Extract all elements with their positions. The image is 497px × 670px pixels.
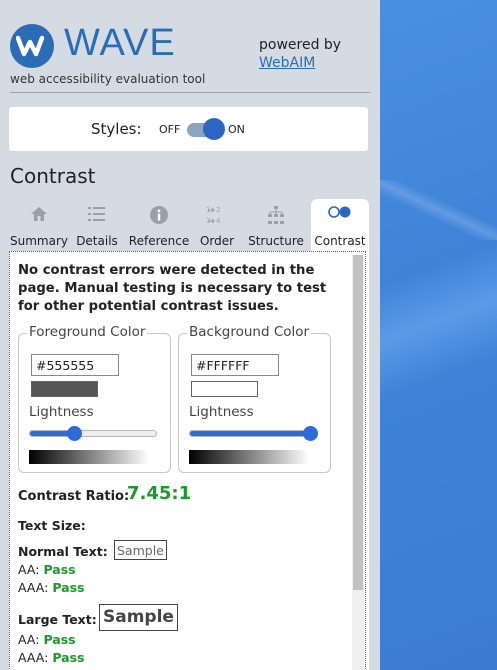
styles-label: Styles: <box>91 120 142 138</box>
app-tagline: web accessibility evaluation tool <box>10 72 206 86</box>
styles-off-label: OFF <box>159 123 181 136</box>
wave-logo-icon <box>10 24 54 68</box>
normal-aa-result: AA: Pass <box>18 562 76 577</box>
text-size-label: Text Size: <box>18 518 86 533</box>
aa-label: AA: <box>18 632 40 647</box>
aa-label: AA: <box>18 562 40 577</box>
tab-reference[interactable]: Reference <box>125 199 193 251</box>
tab-order[interactable]: 1234 Order <box>193 199 241 251</box>
large-aaa-result: AAA: Pass <box>18 650 84 665</box>
scrollbar-track[interactable] <box>352 255 364 670</box>
contrast-panel: No contrast errors were detected in the … <box>9 251 369 670</box>
tab-label: Summary <box>10 234 68 248</box>
background-lightness-gradient <box>189 450 309 464</box>
background-slider-fill <box>190 431 311 436</box>
aaa-label: AAA: <box>18 580 49 595</box>
toggle-knob[interactable] <box>203 118 225 140</box>
foreground-slider-knob[interactable] <box>67 426 82 441</box>
pass-status: Pass <box>52 580 85 595</box>
contrast-message: No contrast errors were detected in the … <box>18 263 327 314</box>
scrollbar-thumb[interactable] <box>353 255 363 590</box>
list-icon <box>88 207 105 221</box>
tab-label: Reference <box>128 234 190 248</box>
tab-label: Structure <box>248 234 304 248</box>
contrast-icon <box>328 206 351 218</box>
foreground-color-group: Foreground Color #555555 Lightness <box>18 324 171 473</box>
foreground-lightness-label: Lightness <box>29 404 94 420</box>
large-text-label: Large Text: <box>18 612 97 627</box>
powered-by: powered by WebAIM <box>259 36 341 72</box>
svg-text:1: 1 <box>206 206 210 214</box>
styles-on-label: ON <box>228 123 245 136</box>
wave-header: WAVE web accessibility evaluation tool p… <box>10 22 370 93</box>
background-hex-input[interactable]: #FFFFFF <box>191 354 279 376</box>
tab-label: Details <box>76 234 118 248</box>
background-lightness-slider[interactable] <box>189 426 318 441</box>
svg-text:2: 2 <box>216 206 220 214</box>
tab-summary[interactable]: Summary <box>9 199 69 251</box>
foreground-lightness-gradient <box>29 450 149 464</box>
tab-bar: Summary Details Reference 1234 Order Str… <box>9 199 369 251</box>
large-text-sample: Sample <box>99 604 178 631</box>
foreground-hex-input[interactable]: #555555 <box>31 354 119 376</box>
section-title: Contrast <box>10 164 96 188</box>
structure-icon <box>268 206 284 224</box>
powered-by-text: powered by <box>259 37 342 53</box>
tab-structure[interactable]: Structure <box>241 199 311 251</box>
tab-label: Contrast <box>314 234 366 248</box>
wave-sidebar-panel: WAVE web accessibility evaluation tool p… <box>0 0 380 670</box>
foreground-lightness-slider[interactable] <box>29 426 157 441</box>
background-light-streak <box>380 180 497 240</box>
background-lightness-label: Lightness <box>189 404 254 420</box>
tab-details[interactable]: Details <box>69 199 125 251</box>
large-aa-result: AA: Pass <box>18 632 76 647</box>
app-title: WAVE <box>64 22 176 64</box>
aaa-label: AAA: <box>18 650 49 665</box>
info-icon <box>150 206 168 224</box>
contrast-ratio-value: 7.45:1 <box>127 483 192 504</box>
background-swatch[interactable] <box>191 381 258 397</box>
webaim-link[interactable]: WebAIM <box>259 54 341 72</box>
svg-text:4: 4 <box>216 217 221 225</box>
foreground-swatch[interactable] <box>31 381 98 397</box>
foreground-legend: Foreground Color <box>27 324 148 340</box>
background-color-group: Background Color #FFFFFF Lightness <box>178 324 331 473</box>
background-slider-knob[interactable] <box>303 426 318 441</box>
home-icon <box>31 207 47 221</box>
evaluated-page-background <box>380 0 497 670</box>
styles-toggle-switch[interactable] <box>187 118 225 140</box>
pass-status: Pass <box>43 562 76 577</box>
svg-text:3: 3 <box>206 217 210 225</box>
styles-toggle-bar: Styles: OFF ON <box>9 107 368 151</box>
normal-text-sample: Sample <box>114 540 167 560</box>
order-icon: 1 23 4 <box>206 206 221 225</box>
pass-status: Pass <box>52 650 85 665</box>
contrast-ratio-label: Contrast Ratio: <box>18 489 130 504</box>
background-legend: Background Color <box>187 324 312 340</box>
pass-status: Pass <box>43 632 76 647</box>
normal-aaa-result: AAA: Pass <box>18 580 84 595</box>
tab-label: Order <box>199 234 235 248</box>
tab-contrast[interactable]: Contrast <box>311 199 369 251</box>
normal-text-label: Normal Text: <box>18 544 108 559</box>
